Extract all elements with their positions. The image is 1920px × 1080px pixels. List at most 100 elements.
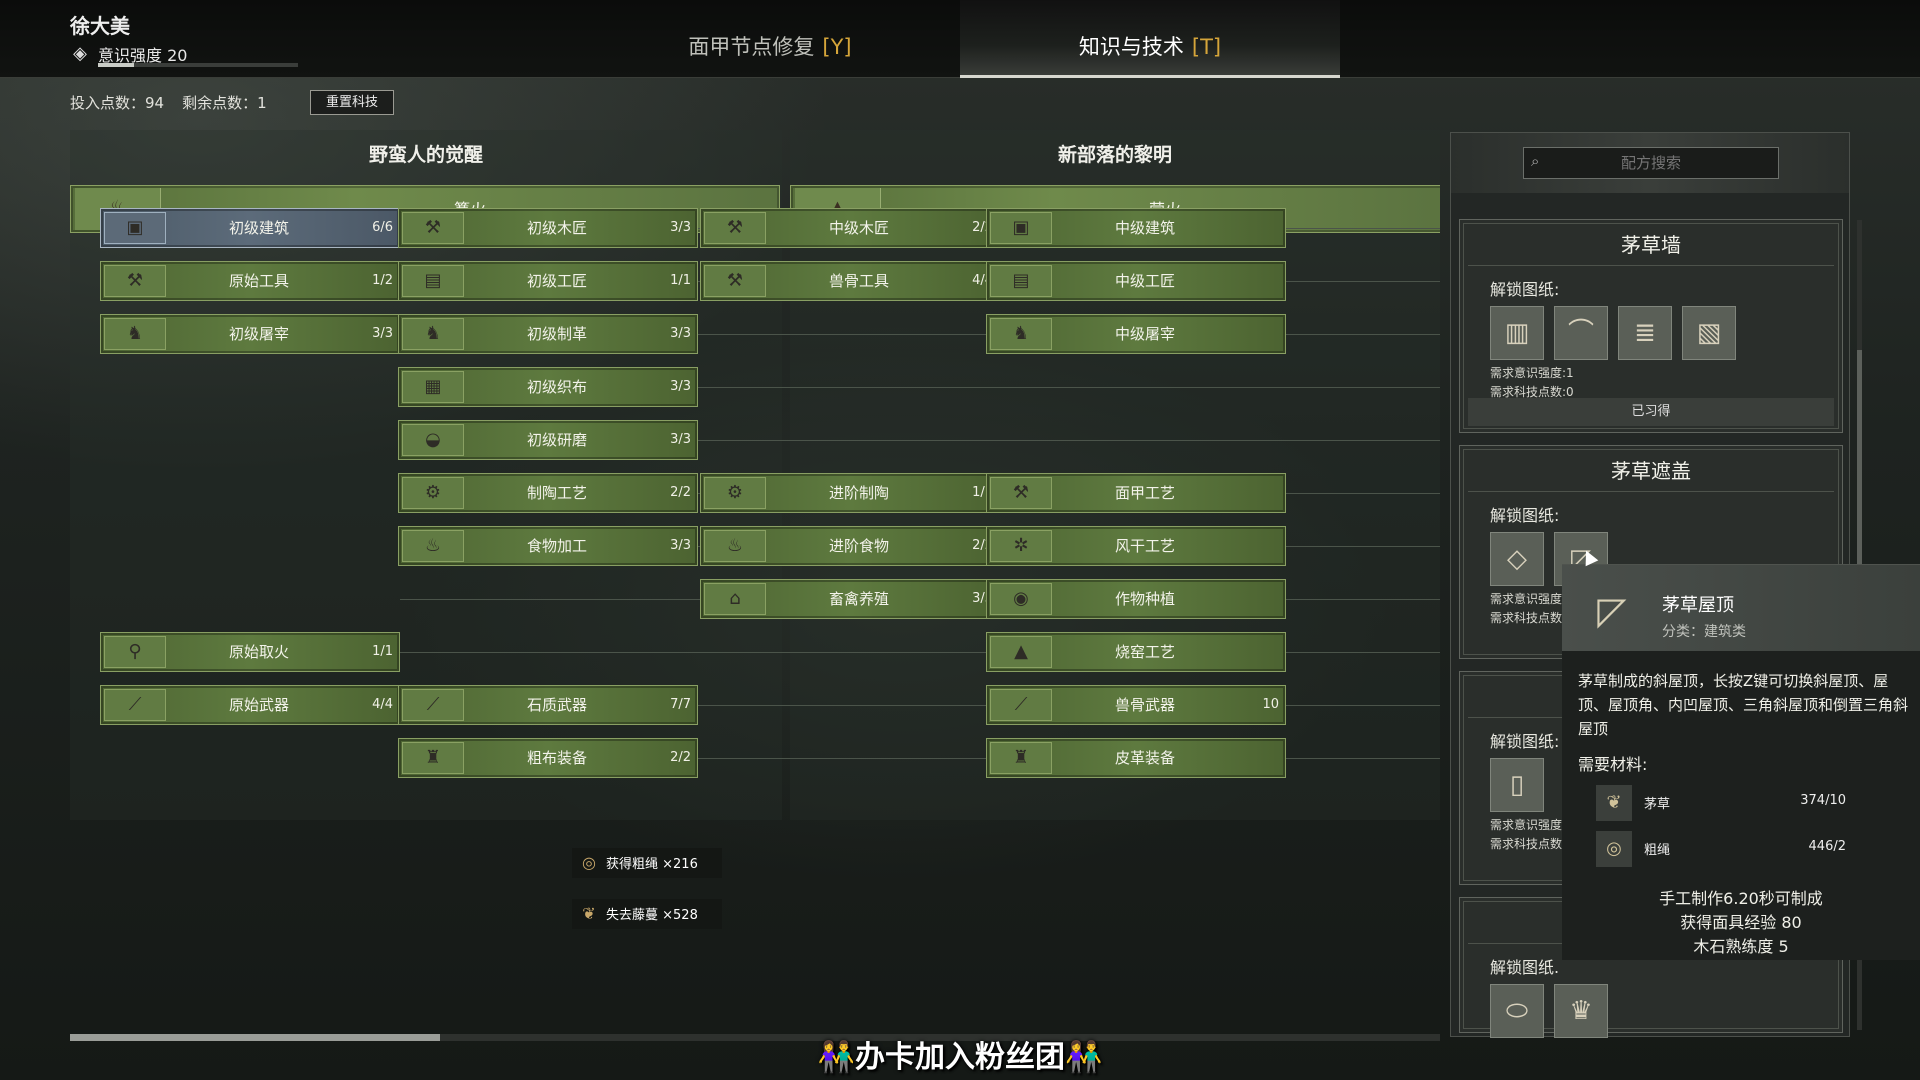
tech-node[interactable]: ⚒ 原始工具 1/2 <box>100 261 400 301</box>
tech-node[interactable]: ⚙ 进阶制陶 1/1 <box>700 473 1000 513</box>
item-tooltip: ◸ 茅草屋顶 分类：建筑类 茅草制成的斜屋顶，长按Z键可切换斜屋顶、屋顶、屋顶角… <box>1562 564 1920 960</box>
material-row: ❦ 茅草 374/10 <box>1596 783 1896 823</box>
tech-node-name: 作物种植 <box>1114 590 1175 608</box>
tech-node-icon: ▤ <box>990 265 1052 297</box>
tech-node[interactable]: ⟋ 石质武器 7/7 <box>398 685 698 725</box>
tech-node-name: 原始取火 <box>228 643 289 661</box>
tech-node-icon: ⚒ <box>704 265 766 297</box>
tech-node-name: 初级工匠 <box>526 272 587 290</box>
tech-node[interactable]: ✲ 风干工艺 <box>986 526 1286 566</box>
reset-tech-button[interactable]: 重置科技 <box>310 90 394 115</box>
awareness-progress-bar <box>98 63 298 67</box>
tech-node-icon: ✲ <box>990 530 1052 562</box>
tech-node-icon: ⚒ <box>990 477 1052 509</box>
tab-hotkey: [Y] <box>822 35 852 59</box>
tech-node-icon: ▤ <box>402 265 464 297</box>
tech-node-name: 石质武器 <box>526 696 587 714</box>
tech-node[interactable]: ▣ 中级建筑 <box>986 208 1286 248</box>
tech-node-count: 3/3 <box>670 326 691 341</box>
tech-node[interactable]: ♨ 食物加工 3/3 <box>398 526 698 566</box>
tech-node-count: 3/3 <box>670 432 691 447</box>
tech-node[interactable]: ♜ 皮革装备 <box>986 738 1286 778</box>
tab-label: 面甲节点修复 <box>688 35 815 59</box>
tech-node-count: 2/2 <box>670 485 691 500</box>
tech-node[interactable]: ♞ 中级屠宰 <box>986 314 1286 354</box>
material-name: 粗绳 <box>1644 843 1671 858</box>
tech-node-icon: ▣ <box>990 212 1052 244</box>
tech-node[interactable]: ♞ 初级屠宰 3/3 <box>100 314 400 354</box>
tech-node-name: 兽骨武器 <box>1114 696 1175 714</box>
tech-node[interactable]: ◒ 初级研磨 3/3 <box>398 420 698 460</box>
tab-knowledge-tech[interactable]: 知识与技术 [T] <box>960 0 1340 78</box>
points-summary: 投入点数：94 剩余点数：1 <box>70 92 285 113</box>
tech-node-icon: ⟋ <box>990 689 1052 721</box>
skill-proficiency: 木石熟练度 5 <box>1693 937 1789 956</box>
tech-node[interactable]: ▣ 初级建筑 6/6 <box>100 208 400 248</box>
tech-node-name: 初级屠宰 <box>228 325 289 343</box>
tech-node-icon: ♞ <box>104 318 166 350</box>
tech-node[interactable]: ▲ 烧窑工艺 <box>986 632 1286 672</box>
tech-node[interactable]: ♞ 初级制革 3/3 <box>398 314 698 354</box>
tech-node[interactable]: ▦ 初级织布 3/3 <box>398 367 698 407</box>
blueprint-door-icon[interactable]: ▯ <box>1490 758 1544 812</box>
tech-tree[interactable]: 野蛮人的觉醒 新部落的黎明 ♨ 篝火 ▲ 营火 ▣初级建筑6/6⚒原始工具1/2… <box>70 130 1440 1030</box>
tech-node-name: 风干工艺 <box>1114 537 1175 555</box>
toast-text: 获得粗绳 ×216 <box>606 857 698 872</box>
tech-node-name: 制陶工艺 <box>526 484 587 502</box>
recipe-card[interactable]: 茅草墙 解锁图纸: ▥ ⌒ ≣ ▧ 需求意识强度:1 需求科技点数:0 已习得 <box>1459 219 1843 433</box>
tech-node-name: 烧窑工艺 <box>1114 643 1175 661</box>
tech-node[interactable]: ▤ 中级工匠 <box>986 261 1286 301</box>
unlock-label: 解锁图纸: <box>1490 280 1560 299</box>
tech-node-icon: ▲ <box>990 636 1052 668</box>
tech-node-icon: ⚒ <box>104 265 166 297</box>
blueprint-stairs-icon[interactable]: ≣ <box>1618 306 1672 360</box>
vine-icon: ❦ <box>582 904 596 923</box>
tech-node[interactable]: ⌂ 畜禽养殖 3/3 <box>700 579 1000 619</box>
blueprint-fence-icon[interactable]: ⌒ <box>1554 306 1608 360</box>
tech-node-name: 食物加工 <box>526 537 587 555</box>
loot-toast: ◎ 获得粗绳 ×216 <box>572 848 722 878</box>
tech-node[interactable]: ⚙ 制陶工艺 2/2 <box>398 473 698 513</box>
tech-node[interactable]: ⚒ 初级木匠 3/3 <box>398 208 698 248</box>
tech-node-name: 中级工匠 <box>1114 272 1175 290</box>
tech-node-count: 4/4 <box>372 697 393 712</box>
recipe-search-input[interactable] <box>1523 147 1779 179</box>
mask-xp: 获得面具经验 80 <box>1680 913 1802 932</box>
tech-node-name: 兽骨工具 <box>828 272 889 290</box>
recipe-title: 茅草遮盖 <box>1468 450 1834 492</box>
material-row: ◎ 粗绳 446/2 <box>1596 829 1896 869</box>
tech-node[interactable]: ⚲ 原始取火 1/1 <box>100 632 400 672</box>
tech-node[interactable]: ⚒ 兽骨工具 4/4 <box>700 261 1000 301</box>
tech-node[interactable]: ⟋ 兽骨武器 10 <box>986 685 1286 725</box>
tech-node[interactable]: ⟋ 原始武器 4/4 <box>100 685 400 725</box>
tech-node-icon: ⚒ <box>704 212 766 244</box>
blueprint-rug-icon[interactable]: ⬭ <box>1490 984 1544 1038</box>
tech-node-icon: ⚒ <box>402 212 464 244</box>
tech-node-icon: ♞ <box>402 318 464 350</box>
tech-node-icon: ♞ <box>990 318 1052 350</box>
tech-node-name: 中级木匠 <box>828 219 889 237</box>
blueprint-totem-icon[interactable]: ♛ <box>1554 984 1608 1038</box>
blueprint-wall-icon[interactable]: ▥ <box>1490 306 1544 360</box>
blueprint-panel-icon[interactable]: ▧ <box>1682 306 1736 360</box>
tech-node-count: 3/3 <box>372 326 393 341</box>
toast-text: 失去藤蔓 ×528 <box>606 908 698 923</box>
awareness-icon: ◈ <box>73 43 87 64</box>
tech-node-icon: ♜ <box>402 742 464 774</box>
tech-node[interactable]: ♜ 粗布装备 2/2 <box>398 738 698 778</box>
tech-node[interactable]: ♨ 进阶食物 2/2 <box>700 526 1000 566</box>
awareness-progress-fill <box>98 63 134 67</box>
tab-hotkey: [T] <box>1191 35 1222 59</box>
rope-icon: ◎ <box>582 853 596 872</box>
tech-node[interactable]: ▤ 初级工匠 1/1 <box>398 261 698 301</box>
tooltip-category: 分类：建筑类 <box>1662 624 1746 640</box>
tooltip-header: ◸ 茅草屋顶 分类：建筑类 <box>1562 565 1920 651</box>
tab-mask-node-repair[interactable]: 面甲节点修复 [Y] <box>620 0 920 76</box>
tech-node[interactable]: ⚒ 中级木匠 2/2 <box>700 208 1000 248</box>
blueprint-thatch-cover-icon[interactable]: ◇ <box>1490 532 1544 586</box>
tech-node[interactable]: ◉ 作物种植 <box>986 579 1286 619</box>
thatch-icon: ❦ <box>1596 785 1632 821</box>
tech-node-name: 畜禽养殖 <box>828 590 889 608</box>
tech-node[interactable]: ⚒ 面甲工艺 <box>986 473 1286 513</box>
era-title: 野蛮人的觉醒 <box>368 144 483 166</box>
